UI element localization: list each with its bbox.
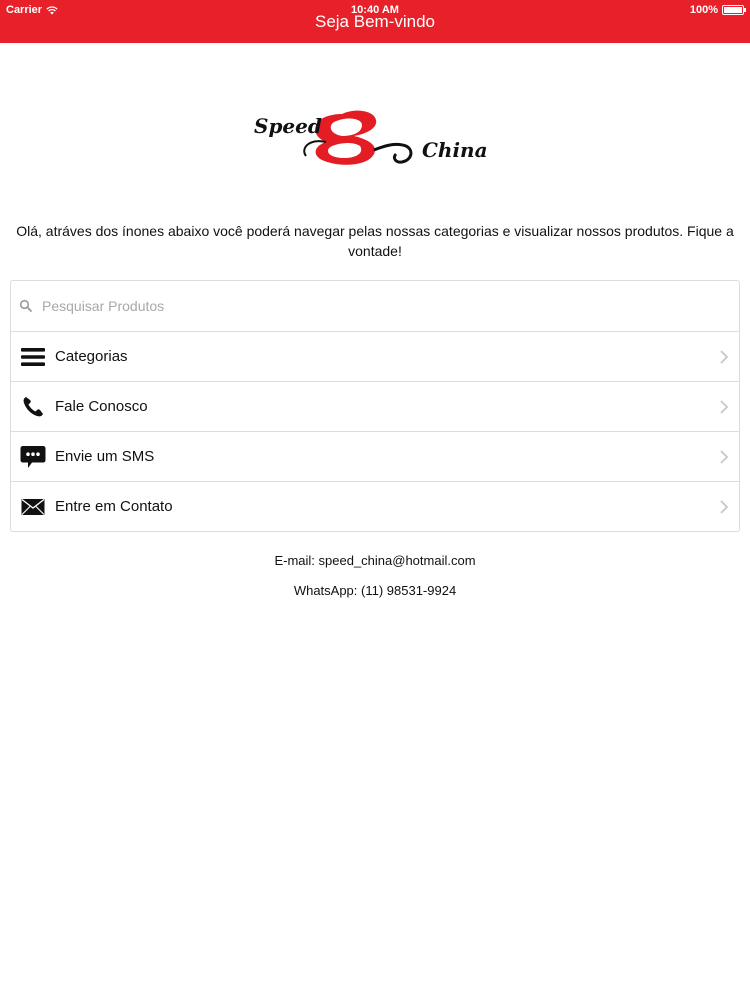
contact-email: E-mail: speed_china@hotmail.com [274, 553, 476, 568]
navigation-bar: Carrier 10:40 AM 100% Seja Bem-vindo [0, 0, 750, 43]
chevron-right-icon [720, 500, 729, 514]
brand-logo: Speed China [250, 106, 500, 176]
chat-bubble-icon [20, 444, 46, 470]
menu-item-label: Envie um SMS [55, 448, 155, 465]
menu-item-label: Fale Conosco [55, 398, 148, 415]
contact-whatsapp: WhatsApp: (11) 98531-9924 [293, 583, 457, 598]
envelope-icon [20, 494, 46, 520]
search-input[interactable] [42, 298, 739, 314]
menu-table: Categorias Fale Conosco Envie um SMS [10, 280, 740, 532]
logo-word-speed: Speed [254, 114, 322, 138]
list-icon [20, 344, 46, 370]
menu-item-categorias[interactable]: Categorias [11, 332, 739, 382]
chevron-right-icon [720, 450, 729, 464]
welcome-text: Olá, atráves dos ínones abaixo você pode… [16, 223, 734, 259]
menu-item-entre-contato[interactable]: Entre em Contato [11, 482, 739, 531]
page-title: Seja Bem-vindo [314, 12, 435, 31]
menu-item-envie-sms[interactable]: Envie um SMS [11, 432, 739, 482]
phone-icon [20, 394, 46, 420]
menu-item-label: Entre em Contato [55, 498, 173, 515]
chevron-right-icon [720, 400, 729, 414]
search-icon [19, 299, 32, 312]
menu-item-fale-conosco[interactable]: Fale Conosco [11, 382, 739, 432]
search-bar[interactable] [11, 281, 739, 332]
chevron-right-icon [720, 350, 729, 364]
logo-word-china: China [422, 138, 488, 162]
menu-item-label: Categorias [55, 348, 128, 365]
